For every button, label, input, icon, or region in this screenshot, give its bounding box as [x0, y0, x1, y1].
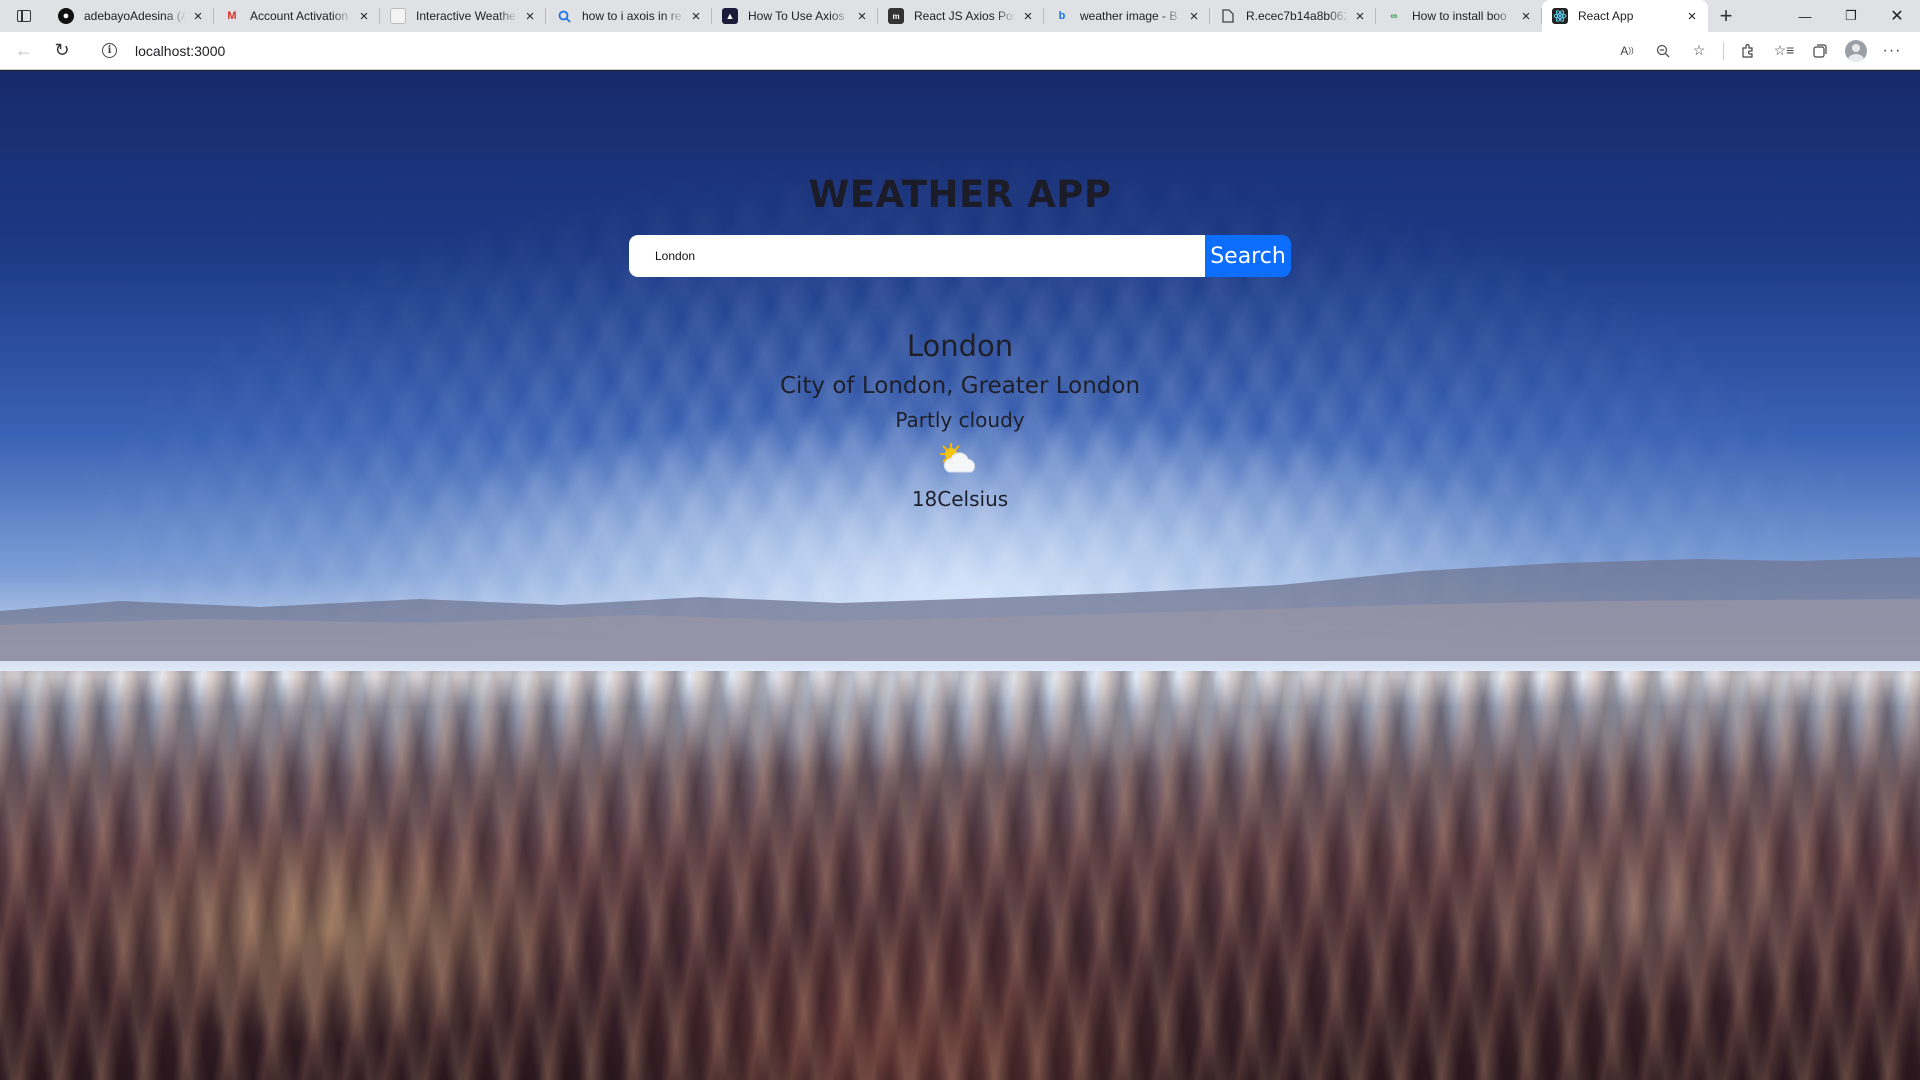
browser-tab[interactable]: how to i axois in re × [546, 0, 712, 32]
city-name: London [906, 329, 1014, 363]
tab-title: adebayoAdesina (A [84, 9, 186, 23]
new-tab-button[interactable]: + [1708, 0, 1744, 32]
browser-tab[interactable]: M Account Activation × [214, 0, 380, 32]
tab-title: R.ecec7b14a8b062 [1246, 9, 1348, 23]
tab-title: Account Activation [250, 9, 349, 23]
search-button[interactable]: Search [1205, 235, 1291, 277]
close-tab-icon[interactable]: × [1186, 8, 1202, 25]
close-window-icon[interactable]: ✕ [1874, 0, 1920, 32]
bing-icon: b [1058, 10, 1066, 22]
tab-actions-icon [17, 10, 31, 22]
temperature: 18Celsius [911, 487, 1009, 511]
page-viewport: WEATHER APP Search London City of London… [0, 71, 1920, 1080]
partly-cloudy-icon [940, 443, 976, 473]
zoom-out-icon[interactable] [1645, 35, 1681, 67]
tab-title: React JS Axios Pos [914, 9, 1016, 23]
region-name: City of London, Greater London [779, 373, 1141, 399]
react-icon [1552, 8, 1568, 24]
search-form: Search [629, 235, 1291, 277]
browser-tab[interactable]: ● adebayoAdesina (A × [48, 0, 214, 32]
weather-app: WEATHER APP Search London City of London… [0, 71, 1920, 1080]
reload-button[interactable]: ↻ [44, 35, 80, 67]
site-icon: m [888, 8, 904, 24]
url-text[interactable]: localhost:3000 [135, 43, 225, 59]
close-tab-icon[interactable]: × [356, 8, 372, 25]
toolbar-divider [1723, 41, 1724, 60]
search-input[interactable] [629, 235, 1205, 277]
reload-icon: ↻ [54, 40, 70, 60]
tab-title: weather image - B [1080, 9, 1178, 23]
more-menu-icon[interactable]: ··· [1874, 35, 1910, 67]
close-tab-icon[interactable]: × [1684, 8, 1700, 25]
info-icon[interactable]: i [102, 43, 117, 58]
document-icon [1220, 8, 1236, 24]
minimize-icon[interactable]: — [1782, 0, 1828, 32]
favorites-icon[interactable]: ☆≡ [1766, 35, 1802, 67]
close-tab-icon[interactable]: × [522, 8, 538, 25]
browser-tab[interactable]: m React JS Axios Pos × [878, 0, 1044, 32]
close-tab-icon[interactable]: × [1518, 8, 1534, 25]
toolbar-actions: A)) ☆ ☆≡ ··· [1609, 35, 1920, 67]
tab-title: How to install boo [1412, 9, 1507, 23]
back-button[interactable]: ← [6, 35, 42, 67]
browser-tab[interactable]: b weather image - B × [1044, 0, 1210, 32]
tab-title: Interactive Weathe [416, 9, 516, 23]
close-tab-icon[interactable]: × [190, 8, 206, 25]
browser-toolbar: ← ↻ i localhost:3000 A)) ☆ ☆≡ ··· [0, 32, 1920, 70]
digitalocean-icon: ▲ [722, 8, 738, 24]
browser-tab-strip: ● adebayoAdesina (A × M Account Activati… [0, 0, 1920, 32]
search-icon [556, 8, 572, 24]
gmail-icon: M [227, 10, 237, 22]
page-title: WEATHER APP [808, 173, 1112, 216]
tab-title: React App [1578, 9, 1634, 23]
restore-icon[interactable]: ❐ [1828, 0, 1874, 32]
address-bar[interactable]: i localhost:3000 [92, 36, 1492, 66]
avatar [1845, 39, 1867, 62]
collections-icon[interactable] [1802, 35, 1838, 67]
site-icon: ∞ [1390, 10, 1398, 22]
browser-tab[interactable]: Interactive Weathe × [380, 0, 546, 32]
extensions-icon[interactable] [1730, 35, 1766, 67]
profile-button[interactable] [1838, 35, 1874, 67]
page-icon [390, 8, 406, 24]
browser-tab[interactable]: ▲ How To Use Axios × [712, 0, 878, 32]
browser-tab-active[interactable]: React App × [1542, 0, 1708, 32]
tab-title: How To Use Axios [748, 9, 845, 23]
close-tab-icon[interactable]: × [854, 8, 870, 25]
window-controls: — ❐ ✕ [1782, 0, 1920, 32]
close-tab-icon[interactable]: × [1020, 8, 1036, 25]
read-aloud-icon[interactable]: A)) [1609, 35, 1645, 67]
close-tab-icon[interactable]: × [688, 8, 704, 25]
favorite-star-icon[interactable]: ☆ [1681, 35, 1717, 67]
browser-tab[interactable]: R.ecec7b14a8b062 × [1210, 0, 1376, 32]
weather-condition: Partly cloudy [895, 408, 1025, 432]
back-arrow-icon: ← [15, 40, 33, 60]
browser-tab[interactable]: ∞ How to install boo × [1376, 0, 1542, 32]
tab-list: ● adebayoAdesina (A × M Account Activati… [48, 0, 1708, 32]
tab-actions-button[interactable] [0, 0, 48, 32]
tab-title: how to i axois in re [582, 9, 682, 23]
close-tab-icon[interactable]: × [1352, 8, 1368, 25]
github-icon: ● [58, 8, 74, 24]
